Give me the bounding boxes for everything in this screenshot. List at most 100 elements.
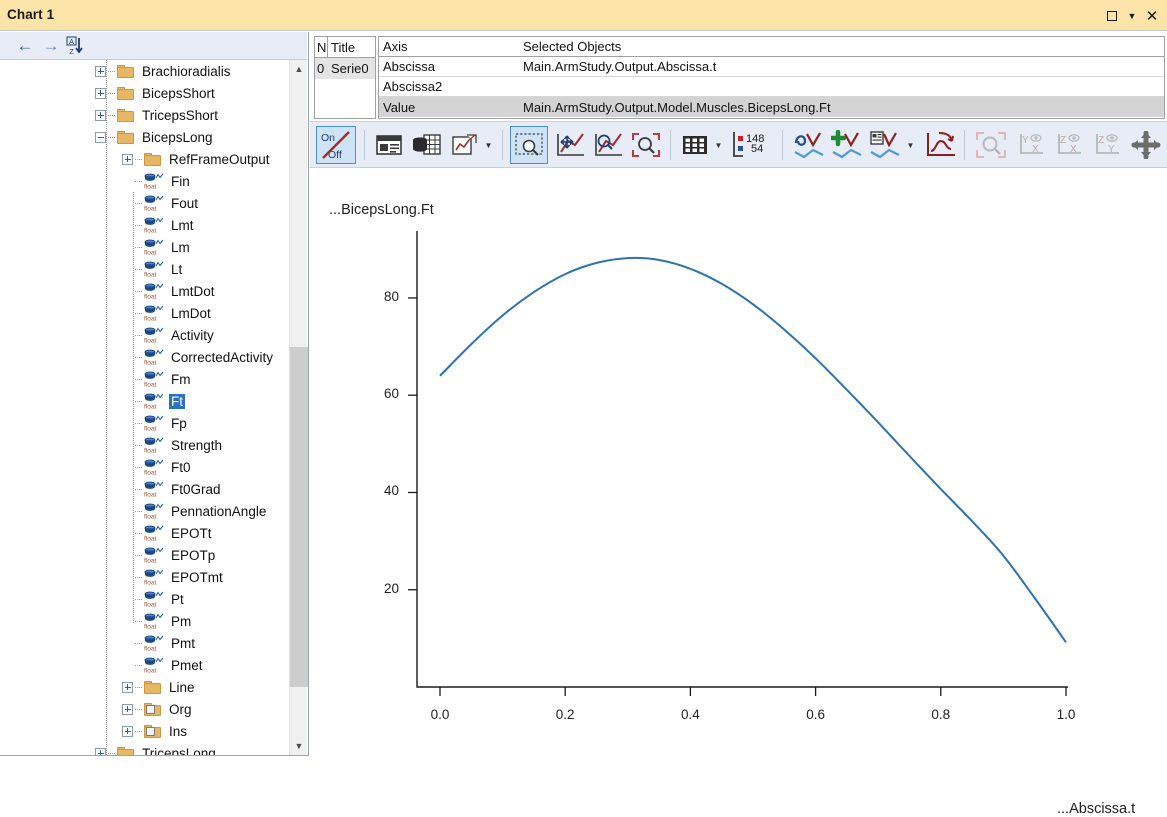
sort-alphabetical-icon[interactable]: A Z	[64, 35, 88, 57]
scroll-down-icon[interactable]: ▼	[290, 737, 308, 755]
svg-text:float: float	[144, 447, 157, 454]
objects-row-abscissa[interactable]: Abscissa Main.ArmStudy.Output.Abscissa.t	[379, 57, 1164, 77]
svg-text:float: float	[144, 205, 157, 212]
float-variable-icon: float	[144, 282, 164, 300]
svg-text:float: float	[144, 535, 157, 542]
expand-icon[interactable]	[95, 109, 106, 121]
tree-item-pm[interactable]: float Pm	[0, 610, 288, 632]
tree-item-pt[interactable]: float Pt	[0, 588, 288, 610]
expand-icon[interactable]	[122, 703, 133, 715]
tree-item-org[interactable]: Org	[0, 698, 288, 720]
selected-objects-grid[interactable]: Axis Selected Objects Abscissa Main.ArmS…	[378, 36, 1165, 119]
expand-icon[interactable]	[95, 65, 106, 77]
axis-object-path: Main.ArmStudy.Output.Abscissa.t	[523, 59, 717, 74]
tree-item-ins[interactable]: Ins	[0, 720, 288, 742]
tree-item-fout[interactable]: float Fout	[0, 192, 288, 214]
tree-item-tricepslong[interactable]: TricepsLong	[0, 742, 288, 755]
tree-item-correctedactivity[interactable]: float CorrectedActivity	[0, 346, 288, 368]
point-count-button[interactable]: 148 54	[730, 126, 776, 164]
smooth-curve-button[interactable]	[790, 126, 828, 164]
curve-settings-button[interactable]	[866, 126, 904, 164]
point-count-bottom: 54	[751, 143, 763, 155]
expand-icon[interactable]	[122, 153, 133, 165]
tree-item-ft[interactable]: float Ft	[0, 390, 288, 412]
add-curve-button[interactable]	[828, 126, 866, 164]
expand-icon[interactable]	[122, 725, 133, 737]
move-view-button[interactable]	[1128, 126, 1164, 164]
tree-item-lm[interactable]: float Lm	[0, 236, 288, 258]
tree-scroll-area[interactable]: Brachioradialis BicepsShort TricepsShort Bi…	[0, 60, 288, 755]
objects-row-value[interactable]: Value Main.ArmStudy.Output.Model.Muscles…	[379, 97, 1164, 117]
zoom-region-button[interactable]	[972, 126, 1010, 164]
expand-icon[interactable]	[95, 87, 106, 99]
tree-item-label: RefFrameOutput	[169, 151, 270, 167]
tree-item-bicepsshort[interactable]: BicepsShort	[0, 82, 288, 104]
scrollbar-thumb[interactable]	[290, 347, 308, 687]
tree-item-epotp[interactable]: float EPOTp	[0, 544, 288, 566]
tree-item-lmt[interactable]: float Lmt	[0, 214, 288, 236]
scroll-up-icon[interactable]: ▲	[290, 60, 308, 78]
tree-item-fin[interactable]: float Fin	[0, 170, 288, 192]
data-table-button[interactable]	[410, 126, 444, 164]
chevron-down-icon[interactable]: ▼	[906, 141, 915, 150]
restore-window-icon[interactable]	[1101, 0, 1123, 31]
zoom-curve-button[interactable]	[590, 126, 626, 164]
tree-item-epotmt[interactable]: float EPOTmt	[0, 566, 288, 588]
tree-item-activity[interactable]: float Activity	[0, 324, 288, 346]
tree-item-tricepsshort[interactable]: TricepsShort	[0, 104, 288, 126]
tree-item-strength[interactable]: float Strength	[0, 434, 288, 456]
folder-icon	[117, 130, 134, 144]
view-zx-button[interactable]: Z X	[1052, 126, 1088, 164]
collapse-icon[interactable]	[95, 131, 106, 143]
tree-item-label: Ft0	[171, 459, 191, 475]
zoom-fit-button[interactable]	[628, 126, 664, 164]
tree-item-fp[interactable]: float Fp	[0, 412, 288, 434]
redo-curve-button[interactable]	[922, 126, 960, 164]
on-off-toggle-button[interactable]: On Off	[316, 126, 356, 164]
view-zy-button[interactable]: Z Y	[1090, 126, 1126, 164]
chart-plot-area[interactable]: ...BicepsLong.Ft ...Abscissa.t 20 40 60 80 …	[310, 169, 1167, 817]
tree-item-pmt[interactable]: float Pmt	[0, 632, 288, 654]
new-chart-button[interactable]	[448, 126, 482, 164]
tree-item-bicepslong[interactable]: BicepsLong	[0, 126, 288, 148]
chevron-down-icon[interactable]: ▼	[714, 141, 723, 150]
back-arrow-icon[interactable]: ←	[14, 36, 36, 56]
tree-item-ft0[interactable]: float Ft0	[0, 456, 288, 478]
series-list-grid[interactable]: N Title 0 Serie0	[314, 36, 376, 119]
tree-connector	[135, 158, 142, 160]
close-icon[interactable]: ✕	[1141, 0, 1163, 31]
forward-arrow-icon[interactable]: →	[40, 36, 62, 56]
view-yx-button[interactable]: Y X	[1014, 126, 1050, 164]
expand-icon[interactable]	[95, 747, 106, 755]
chevron-down-icon[interactable]: ▼	[1121, 0, 1143, 31]
chart-properties-button[interactable]	[372, 126, 406, 164]
tree-item-line[interactable]: Line	[0, 676, 288, 698]
tree-item-pennationangle[interactable]: float PennationAngle	[0, 500, 288, 522]
pan-chart-button[interactable]	[552, 126, 588, 164]
objects-row-abscissa2[interactable]: Abscissa2	[379, 77, 1164, 97]
tree-item-fm[interactable]: float Fm	[0, 368, 288, 390]
svg-text:float: float	[144, 293, 157, 300]
tree-item-pmet[interactable]: float Pmet	[0, 654, 288, 676]
chevron-down-icon[interactable]: ▼	[484, 141, 493, 150]
tree-item-lmdot[interactable]: float LmDot	[0, 302, 288, 324]
tree-item-ft0grad[interactable]: float Ft0Grad	[0, 478, 288, 500]
tree-vertical-scrollbar[interactable]: ▲ ▼	[289, 60, 308, 755]
grid-toggle-button[interactable]	[678, 126, 712, 164]
tree-item-refframeoutput[interactable]: RefFrameOutput	[0, 148, 288, 170]
rectangle-zoom-button[interactable]	[510, 126, 548, 164]
tree-item-lt[interactable]: float Lt	[0, 258, 288, 280]
tree-item-brachioradialis[interactable]: Brachioradialis	[0, 60, 288, 82]
expand-icon[interactable]	[122, 681, 133, 693]
float-variable-icon: float	[144, 304, 164, 322]
tree-item-label: Pm	[171, 613, 192, 629]
series-row[interactable]: 0 Serie0	[315, 58, 375, 79]
float-variable-icon: float	[144, 260, 164, 278]
tree-item-epott[interactable]: float EPOTt	[0, 522, 288, 544]
tree-item-lmtdot[interactable]: float LmtDot	[0, 280, 288, 302]
